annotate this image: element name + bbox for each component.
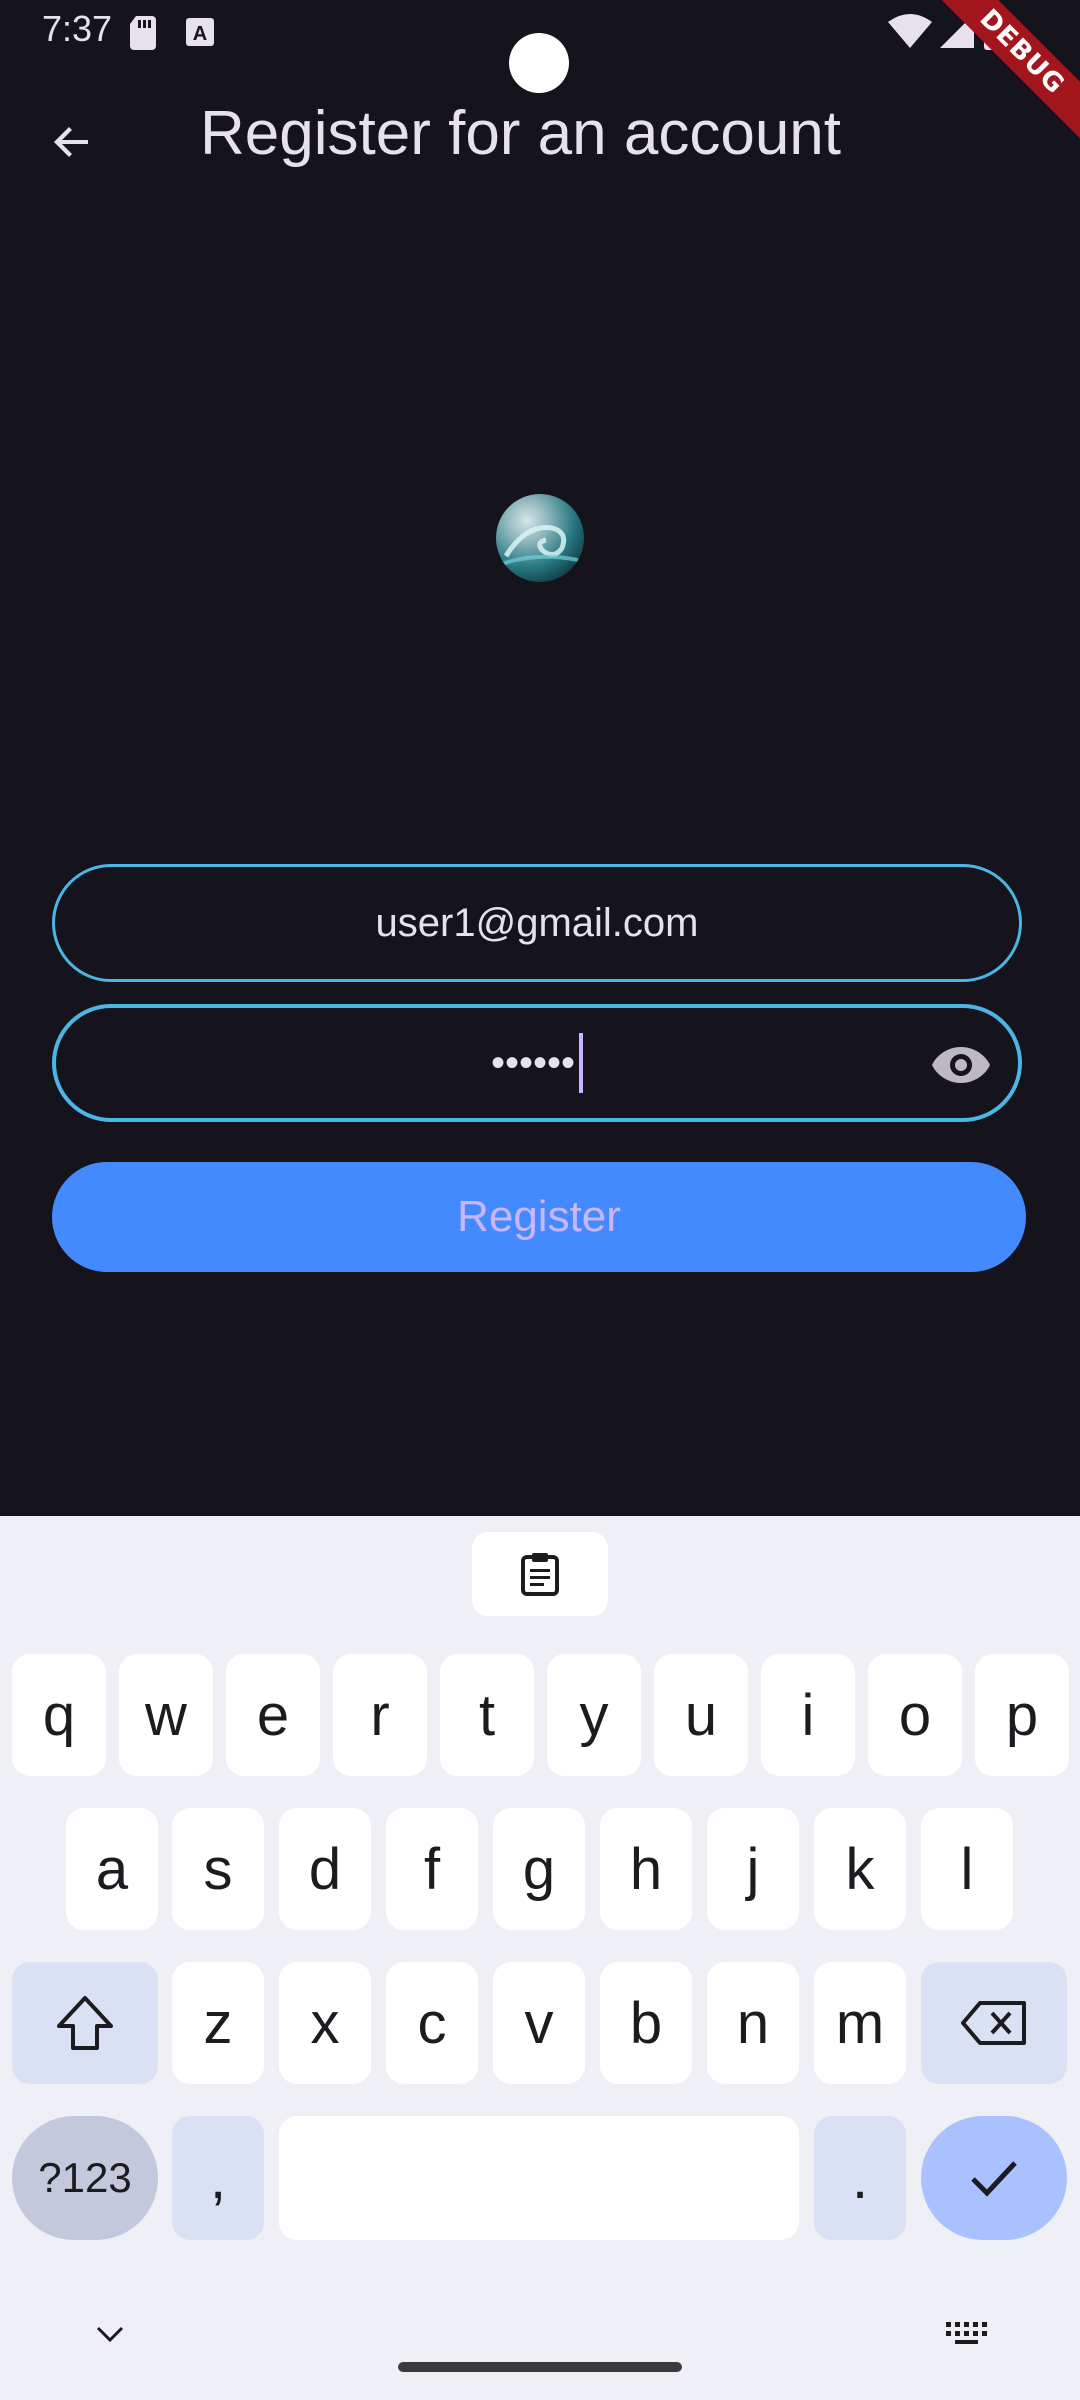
enter-key[interactable] (921, 2116, 1067, 2240)
key-r[interactable]: r (333, 1654, 427, 1776)
sd-card-icon (130, 16, 158, 55)
shift-icon (57, 1996, 113, 2050)
key-k[interactable]: k (814, 1808, 906, 1930)
password-value-wrap: •••••• (56, 1008, 1018, 1118)
chevron-down-icon (96, 2326, 124, 2343)
key-n[interactable]: n (707, 1962, 799, 2084)
key-l[interactable]: l (921, 1808, 1013, 1930)
debug-banner-label: DEBUG (920, 0, 1080, 159)
comma-key[interactable]: , (172, 2116, 264, 2240)
app-logo (496, 494, 584, 582)
key-v[interactable]: v (493, 1962, 585, 2084)
key-g[interactable]: g (493, 1808, 585, 1930)
keyboard-icon (946, 2322, 987, 2344)
hide-keyboard-button[interactable] (90, 2316, 130, 2352)
key-z[interactable]: z (172, 1962, 264, 2084)
key-o[interactable]: o (868, 1654, 962, 1776)
arrow-left-icon (54, 127, 88, 157)
key-f[interactable]: f (386, 1808, 478, 1930)
key-d[interactable]: d (279, 1808, 371, 1930)
key-h[interactable]: h (600, 1808, 692, 1930)
backspace-key[interactable] (921, 1962, 1067, 2084)
toggle-visibility-button[interactable] (930, 1034, 992, 1096)
key-p[interactable]: p (975, 1654, 1069, 1776)
key-i[interactable]: i (761, 1654, 855, 1776)
back-button[interactable] (30, 100, 114, 184)
navigation-handle[interactable] (398, 2362, 682, 2372)
key-m[interactable]: m (814, 1962, 906, 2084)
space-key[interactable] (279, 2116, 799, 2240)
key-b[interactable]: b (600, 1962, 692, 2084)
shift-key[interactable] (12, 1962, 158, 2084)
key-y[interactable]: y (547, 1654, 641, 1776)
svg-text:A: A (193, 23, 207, 45)
clipboard-icon (521, 1553, 559, 1596)
period-key[interactable]: . (814, 2116, 906, 2240)
key-j[interactable]: j (707, 1808, 799, 1930)
check-icon (971, 2161, 1017, 2197)
keyboard (0, 1516, 1080, 2400)
debug-banner: DEBUG (920, 0, 1080, 160)
eye-icon (932, 1047, 990, 1083)
text-cursor (579, 1033, 584, 1093)
key-u[interactable]: u (654, 1654, 748, 1776)
status-time: 7:37 (42, 8, 113, 49)
key-a[interactable]: a (66, 1808, 158, 1930)
switch-keyboard-button[interactable] (944, 2318, 990, 2348)
password-value: •••••• (490, 1040, 576, 1085)
key-s[interactable]: s (172, 1808, 264, 1930)
password-field[interactable]: •••••• (52, 1004, 1022, 1122)
key-e[interactable]: e (226, 1654, 320, 1776)
key-w[interactable]: w (119, 1654, 213, 1776)
camera-cutout (509, 33, 569, 93)
email-field[interactable]: user1@gmail.com (52, 864, 1022, 982)
register-button[interactable]: Register (52, 1162, 1026, 1272)
page-title: Register for an account (200, 99, 842, 168)
key-q[interactable]: q (12, 1654, 106, 1776)
clipboard-button[interactable] (472, 1532, 608, 1616)
key-t[interactable]: t (440, 1654, 534, 1776)
key-x[interactable]: x (279, 1962, 371, 2084)
email-value: user1@gmail.com (375, 900, 699, 945)
symbols-key[interactable]: ?123 (12, 2116, 158, 2240)
backspace-icon (961, 2001, 1026, 2045)
key-c[interactable]: c (386, 1962, 478, 2084)
keyboard-a-icon: A (186, 18, 214, 51)
